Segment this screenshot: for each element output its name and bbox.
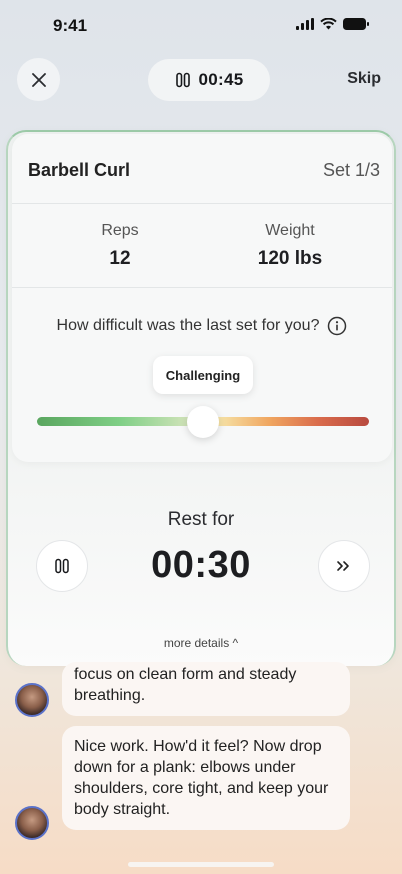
weight-stat: Weight 120 lbs <box>210 222 370 270</box>
status-icons <box>296 18 369 30</box>
more-details-toggle[interactable]: more details ^ <box>8 636 394 650</box>
fast-forward-icon <box>337 561 349 571</box>
exercise-header: Barbell Curl Set 1/3 <box>12 134 392 204</box>
pause-icon <box>175 72 190 88</box>
skip-button[interactable]: Skip <box>347 70 381 88</box>
difficulty-tooltip: Challenging <box>153 356 253 394</box>
status-bar: 9:41 <box>0 0 402 52</box>
set-counter: Set 1/3 <box>322 160 380 180</box>
coach-avatar <box>15 683 49 717</box>
signal-icon <box>296 18 314 30</box>
chat-message: focus on clean form and steady breathing… <box>62 662 350 716</box>
chat-message: Nice work. How'd it feel? Now drop down … <box>62 726 350 830</box>
info-icon[interactable] <box>327 316 347 336</box>
reps-label: Reps <box>101 222 139 239</box>
difficulty-slider-thumb[interactable] <box>187 406 219 438</box>
battery-icon <box>343 18 369 30</box>
pause-icon <box>55 558 69 574</box>
exercise-stats: Reps 12 Weight 120 lbs <box>12 204 392 288</box>
difficulty-question: How difficult was the last set for you? <box>12 316 392 336</box>
reps-stat: Reps 12 <box>40 222 200 270</box>
reps-value: 12 <box>109 248 131 269</box>
workout-timer: 00:45 <box>198 70 244 89</box>
workout-card: Barbell Curl Set 1/3 Reps 12 Weight 120 … <box>6 130 396 666</box>
wifi-icon <box>320 18 337 30</box>
status-time: 9:41 <box>53 16 88 35</box>
close-icon <box>31 72 46 87</box>
home-indicator <box>128 862 274 867</box>
coach-avatar <box>15 806 49 840</box>
rest-label: Rest for <box>167 509 235 530</box>
pause-rest-button[interactable] <box>36 540 88 592</box>
weight-label: Weight <box>265 222 315 239</box>
workout-timer-pill[interactable]: 00:45 <box>148 59 270 101</box>
exercise-card: Barbell Curl Set 1/3 Reps 12 Weight 120 … <box>12 134 392 462</box>
close-button[interactable] <box>17 58 60 101</box>
skip-rest-button[interactable] <box>318 540 370 592</box>
difficulty-question-text: How difficult was the last set for you? <box>56 317 320 334</box>
exercise-name: Barbell Curl <box>28 160 131 180</box>
weight-value: 120 lbs <box>257 248 323 269</box>
top-bar: 00:45 Skip <box>0 58 402 104</box>
